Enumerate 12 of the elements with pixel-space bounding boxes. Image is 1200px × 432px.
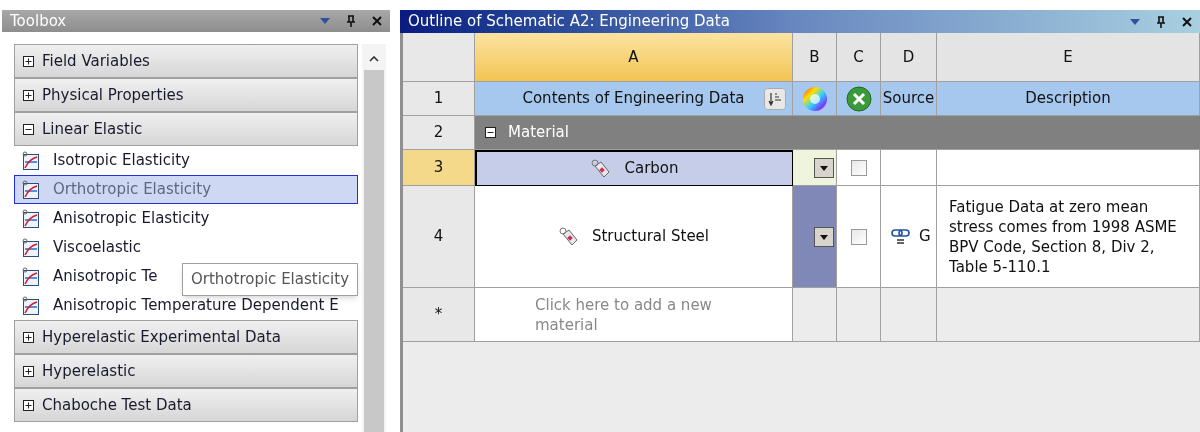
panel-title: Toolbox: [10, 10, 68, 32]
tooltip: Orthotropic Elasticity: [182, 263, 358, 296]
row-number: 3: [403, 150, 475, 186]
row-number: *: [403, 288, 475, 342]
row-number: 1: [403, 82, 475, 116]
description-text: Fatigue Data at zero mean stress comes from 1998 ASME BPV Code, Section 8, Div 2, Table 5-110.1: [949, 196, 1178, 277]
source-text: G: [919, 226, 931, 248]
row-number: 2: [403, 116, 475, 150]
row-number: 4: [403, 186, 475, 288]
group-label: Material: [508, 122, 569, 144]
panel-title: Outline of Schematic A2: Engineering Data: [408, 11, 731, 33]
column-title: Contents of Engineering Data: [522, 88, 745, 110]
